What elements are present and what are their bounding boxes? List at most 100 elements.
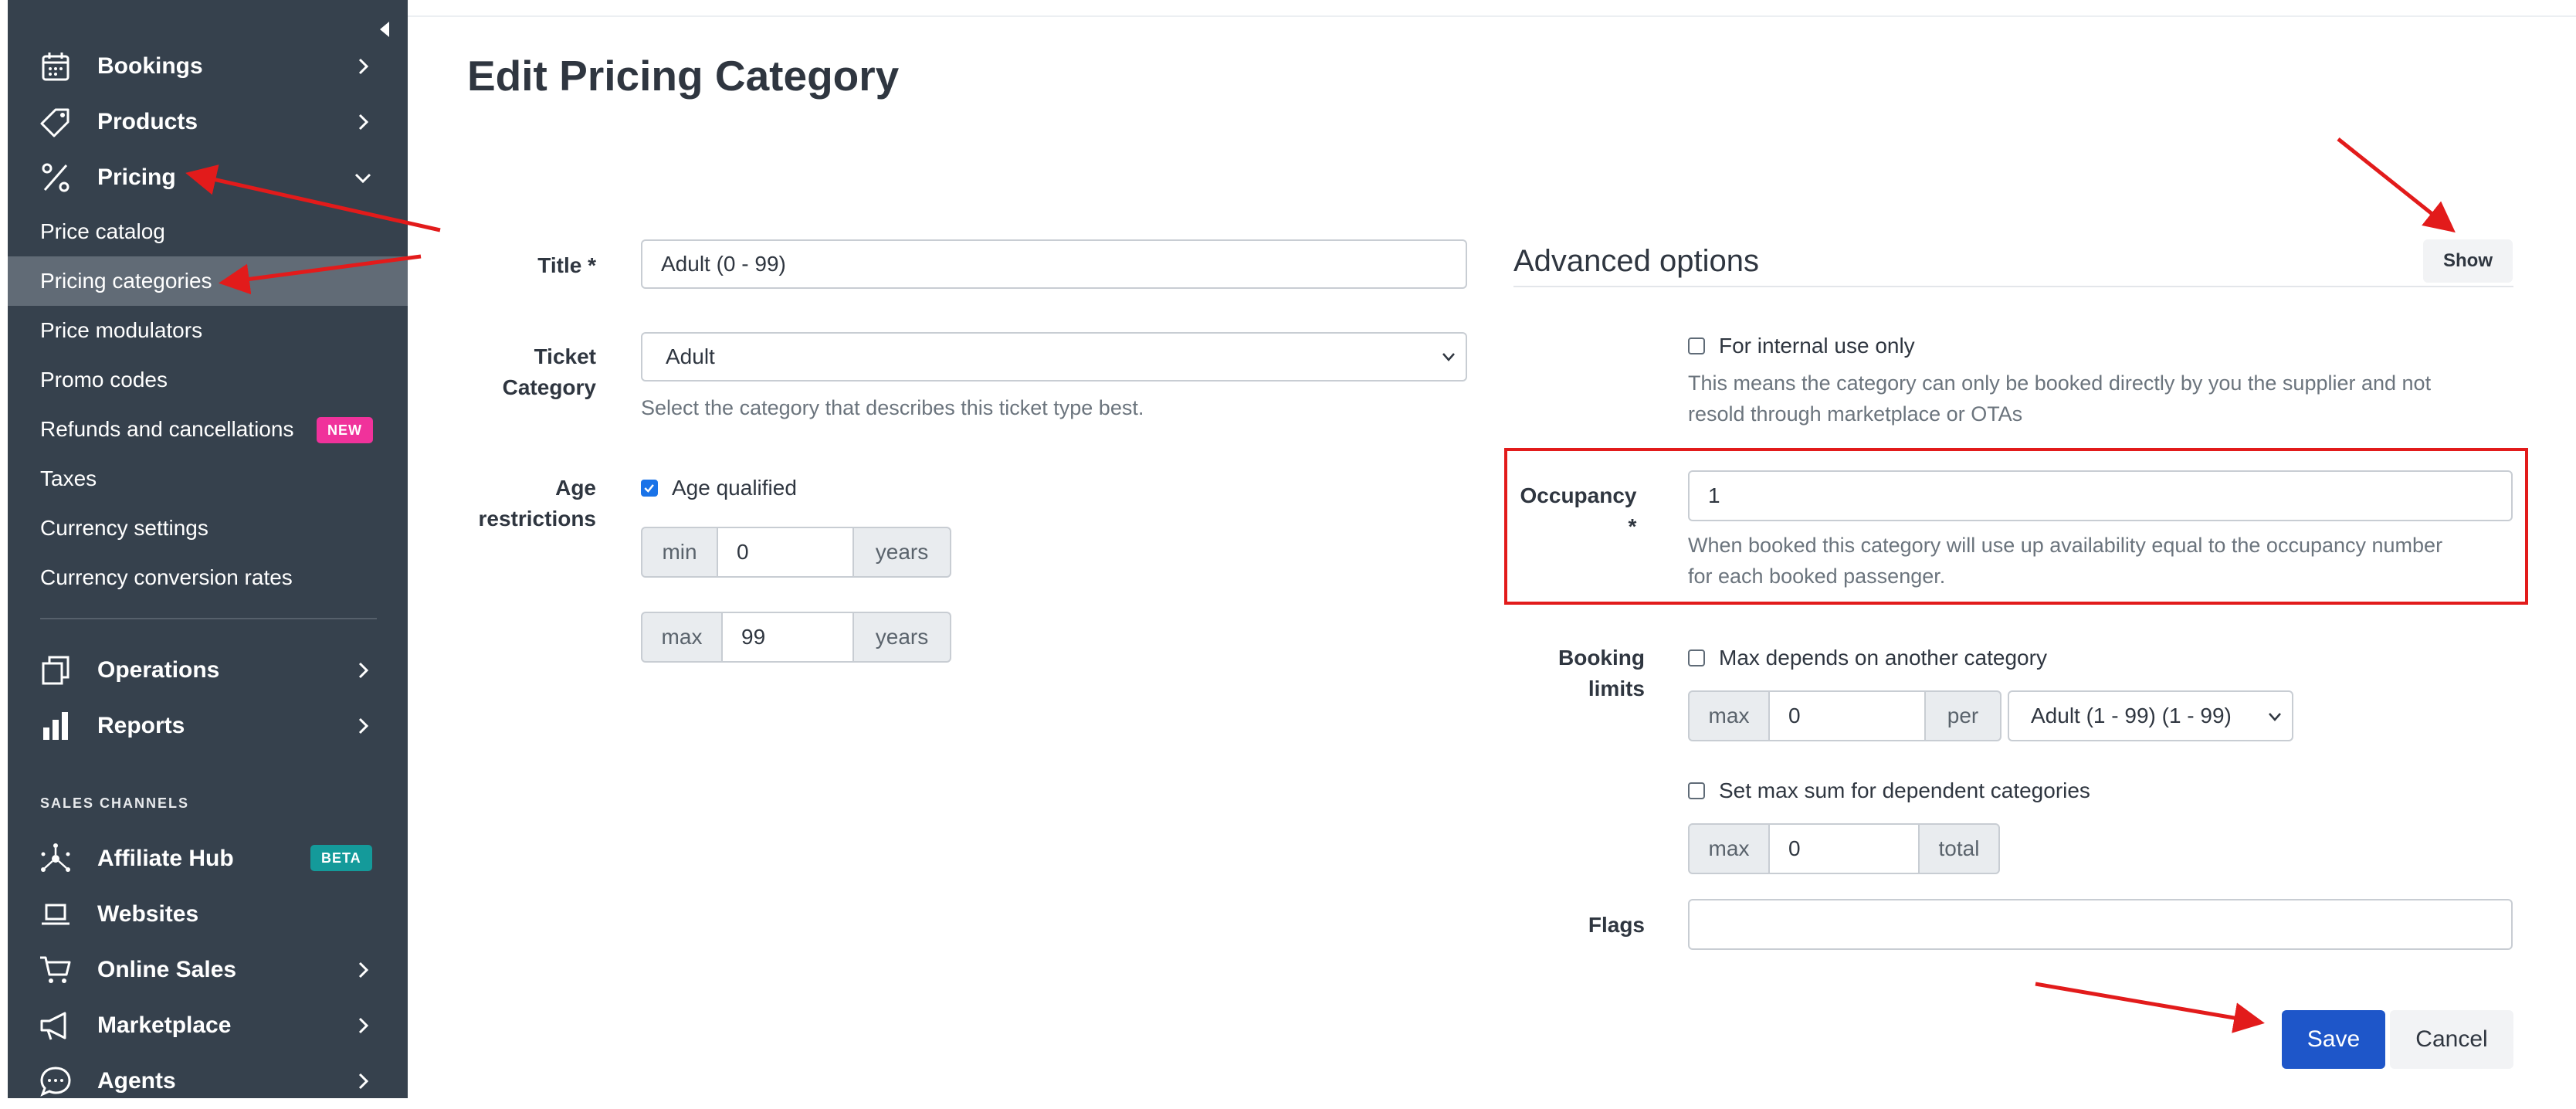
sidebar-subitem-currency-conversion[interactable]: Currency conversion rates (8, 553, 408, 602)
age-qualified-checkbox[interactable]: Age qualified (641, 473, 950, 504)
sidebar-item-products[interactable]: Products (8, 94, 408, 150)
max-age-group: max 99 years (641, 612, 951, 663)
sidebar-item-label: Websites (97, 901, 199, 927)
sidebar-subitem-label: Price catalog (40, 219, 165, 243)
title-input[interactable]: Adult (0 - 99) (641, 239, 1467, 289)
sidebar-item-affiliate-hub[interactable]: Affiliate Hub BETA (8, 831, 408, 887)
age-restrictions-label: Age restrictions (463, 473, 597, 534)
booking-limits-label-line: limits (1588, 677, 1645, 700)
per-addon: per (1924, 690, 2001, 741)
max-addon: max (1688, 690, 1770, 741)
sidebar-item-marketplace[interactable]: Marketplace (8, 998, 408, 1053)
collapse-sidebar-icon[interactable] (380, 22, 389, 37)
help-line: resold through marketplace or OTAs (1688, 402, 2023, 426)
help-line: When booked this category will use up av… (1688, 534, 2443, 557)
sidebar-subitem-taxes[interactable]: Taxes (8, 454, 408, 504)
page-title: Edit Pricing Category (467, 52, 900, 100)
max-age-input[interactable]: 99 (723, 612, 852, 663)
sidebar-item-operations[interactable]: Operations (8, 643, 408, 698)
years-addon: years (852, 527, 951, 578)
internal-use-label: For internal use only (1719, 334, 1915, 358)
sidebar-item-label: Operations (97, 657, 220, 683)
title-label: Title * (537, 253, 596, 277)
sidebar-item-label: Online Sales (97, 957, 237, 982)
age-restrictions-label-line: Age (555, 476, 596, 500)
sidebar-subitem-price-modulators[interactable]: Price modulators (8, 306, 408, 355)
chevron-right-icon (358, 58, 369, 75)
set-max-sum-checkbox[interactable]: Set max sum for dependent categories (1688, 775, 2229, 806)
max-depends-checkbox[interactable]: Max depends on another category (1688, 643, 2229, 673)
ticket-category-label: Ticket Category (463, 341, 596, 403)
per-category-select[interactable]: Adult (1 - 99) (1 - 99) (2008, 690, 2293, 741)
sidebar-item-pricing[interactable]: Pricing (8, 150, 408, 205)
internal-use-help: This means the category can only be book… (1688, 368, 2431, 429)
advanced-options-divider (1513, 286, 2513, 287)
years-addon: years (852, 612, 951, 663)
occupancy-label: Occupancy * (1513, 480, 1643, 542)
occupancy-help: When booked this category will use up av… (1688, 530, 2442, 592)
sidebar-subitem-pricing-categories[interactable]: Pricing categories (8, 256, 408, 306)
copy-icon (42, 656, 69, 685)
max-addon: max (641, 612, 723, 663)
bar-chart-icon (43, 712, 68, 740)
sidebar-item-label: Reports (97, 713, 185, 738)
min-age-group: min 0 years (641, 527, 951, 578)
checkbox-unchecked[interactable] (1688, 337, 1705, 354)
sum-max-input[interactable]: 0 (1770, 823, 1918, 874)
laptop-icon (42, 904, 69, 925)
save-button[interactable]: Save (2282, 1010, 2385, 1069)
sidebar-subitem-currency-settings[interactable]: Currency settings (8, 504, 408, 553)
beta-badge: BETA (310, 845, 372, 871)
chevron-right-icon (358, 114, 369, 131)
advanced-options-title: Advanced options (1513, 244, 1760, 278)
megaphone-icon (40, 1012, 66, 1040)
chat-icon (40, 1067, 71, 1097)
total-addon: total (1918, 823, 2000, 874)
chevron-right-icon (358, 1073, 369, 1090)
sidebar-subitem-refunds[interactable]: Refunds and cancellations NEW (8, 405, 408, 454)
sidebar: Bookings Products Pricing Price catalog … (8, 0, 408, 1098)
required-marker: * (1628, 514, 1637, 538)
sidebar-item-bookings[interactable]: Bookings (8, 39, 408, 94)
max-addon: max (1688, 823, 1770, 874)
flags-label: Flags (1588, 913, 1645, 937)
min-addon: min (641, 527, 718, 578)
show-button[interactable]: Show (2423, 239, 2513, 283)
booking-limits-label: Booking limits (1513, 643, 1645, 704)
booking-max-input[interactable]: 0 (1770, 690, 1924, 741)
sidebar-item-online-sales[interactable]: Online Sales (8, 942, 408, 998)
sidebar-item-label: Bookings (97, 53, 203, 79)
sidebar-subitem-label: Refunds and cancellations (40, 417, 294, 441)
occupancy-input[interactable]: 1 (1688, 470, 2513, 521)
sidebar-item-reports[interactable]: Reports (8, 698, 408, 754)
set-max-sum-label: Set max sum for dependent categories (1719, 778, 2090, 802)
sidebar-item-label: Affiliate Hub (97, 846, 234, 871)
sidebar-divider (40, 618, 377, 619)
internal-use-checkbox[interactable]: For internal use only (1688, 331, 2229, 361)
sidebar-subitem-label: Pricing categories (40, 269, 212, 293)
sidebar-subitem-promo-codes[interactable]: Promo codes (8, 355, 408, 405)
percent-icon (42, 163, 69, 192)
checkbox-unchecked[interactable] (1688, 649, 1705, 666)
sidebar-subitem-price-catalog[interactable]: Price catalog (8, 207, 408, 256)
calendar-icon (42, 53, 69, 81)
sidebar-item-label: Agents (97, 1068, 176, 1094)
occupancy-label-line: Occupancy (1520, 483, 1637, 507)
chevron-right-icon (358, 961, 369, 978)
sidebar-item-agents[interactable]: Agents (8, 1053, 408, 1098)
max-depends-label: Max depends on another category (1719, 646, 2047, 670)
arrow-to-show (2337, 137, 2456, 233)
sidebar-subitem-label: Currency conversion rates (40, 565, 293, 589)
checkbox-checked[interactable] (641, 480, 658, 497)
checkbox-unchecked[interactable] (1688, 782, 1705, 799)
chevron-down-icon (2269, 713, 2281, 721)
chevron-right-icon (358, 662, 369, 679)
arrow-to-save (2035, 982, 2265, 1033)
min-age-input[interactable]: 0 (718, 527, 852, 578)
flags-input[interactable] (1688, 899, 2513, 950)
chevron-right-icon (358, 717, 369, 734)
cancel-button[interactable]: Cancel (2390, 1010, 2513, 1069)
sidebar-item-websites[interactable]: Websites (8, 887, 408, 942)
ticket-category-select[interactable]: Adult (641, 332, 1467, 382)
sidebar-subitem-label: Promo codes (40, 368, 168, 392)
